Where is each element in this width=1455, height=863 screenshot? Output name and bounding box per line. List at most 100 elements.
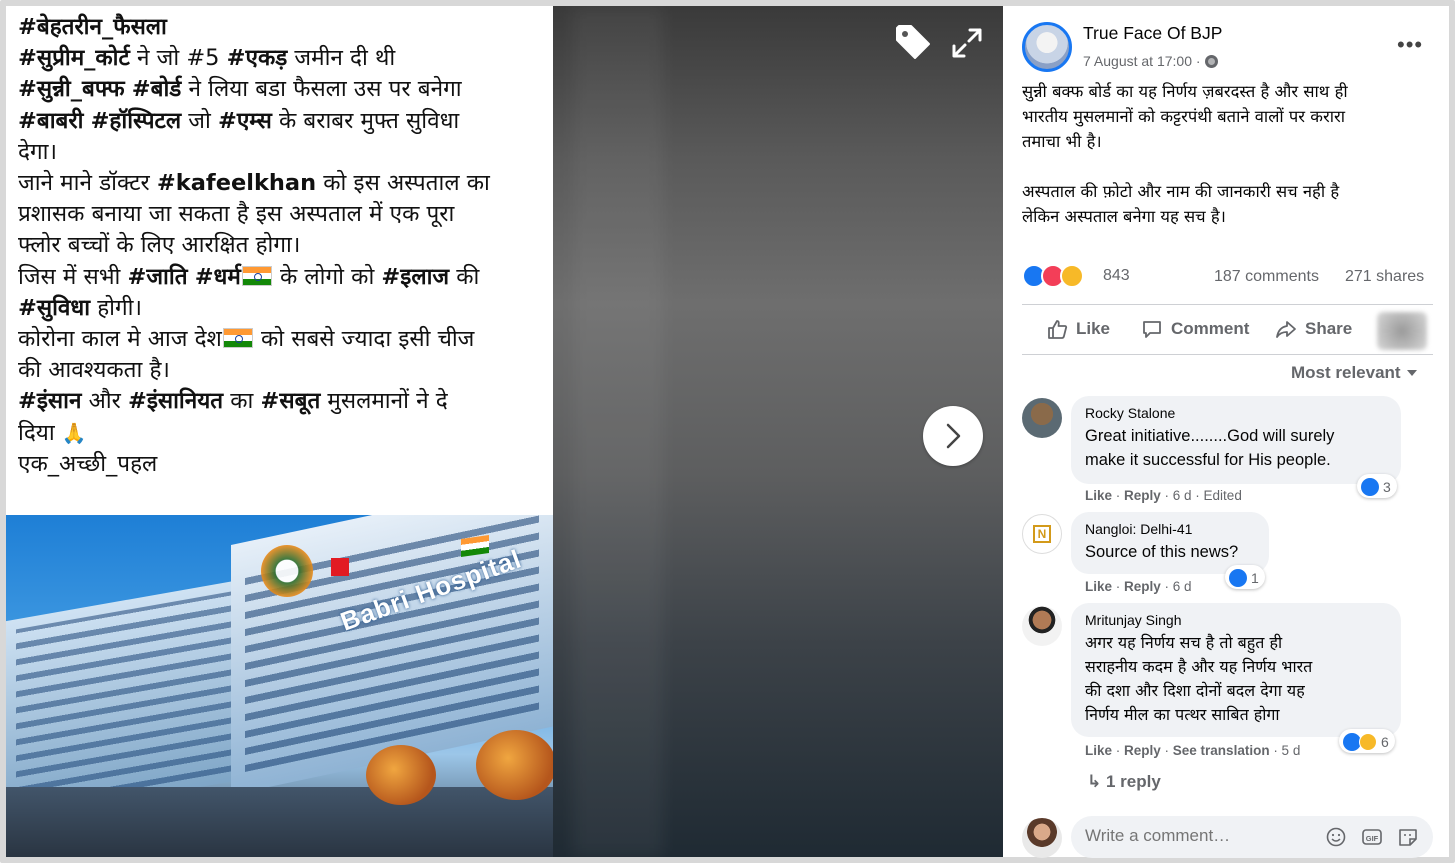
post-text-segment: जिस में सभी bbox=[18, 263, 128, 290]
post-text-segment: को सबसे ज्यादा इसी चीज bbox=[253, 326, 475, 353]
comment-reply-link[interactable]: Reply bbox=[1124, 488, 1161, 503]
comment-reply-link[interactable]: Reply bbox=[1124, 579, 1161, 594]
emoji-icon[interactable] bbox=[1325, 826, 1347, 848]
like-reaction-icon bbox=[1361, 478, 1379, 496]
see-translation-link[interactable]: See translation bbox=[1173, 743, 1270, 758]
commenter-name[interactable]: Mritunjay Singh bbox=[1085, 612, 1387, 628]
hashtag-text: #धर्म bbox=[194, 263, 241, 290]
hashtag-text: #एम्स bbox=[217, 107, 272, 134]
page-avatar[interactable] bbox=[1022, 22, 1072, 72]
post-text-segment: जो bbox=[181, 107, 218, 134]
post-image-text-line: #सुन्नी_बफ्फ #बोर्ड ने लिया बडा फैसला उस… bbox=[18, 74, 543, 105]
comment-like-link[interactable]: Like bbox=[1085, 743, 1112, 758]
post-text-segment: दिया bbox=[18, 419, 62, 446]
post-image[interactable]: #बेहतरीन_फैसला #सुप्रीम_कोर्ट ने जो #5 #ए… bbox=[6, 6, 553, 857]
post-image-text-line: फ्लोर बच्चों के लिए आरक्षित होगा। bbox=[18, 230, 543, 261]
tree bbox=[366, 745, 436, 805]
post-text-segment: जमीन दी थी bbox=[287, 45, 396, 72]
comment-text: अगर यह निर्णय सच है तो बहुत ही सराहनीय क… bbox=[1085, 633, 1313, 724]
post-image-text-line: #बेहतरीन_फैसला bbox=[18, 12, 543, 43]
comment-input[interactable] bbox=[1085, 826, 1315, 846]
comment-reaction-count: 3 bbox=[1383, 479, 1391, 495]
post-image-text-line: की आवश्यकता है। bbox=[18, 355, 543, 386]
gif-icon[interactable]: GIF bbox=[1361, 826, 1383, 848]
sort-label: Most relevant bbox=[1291, 363, 1401, 382]
post-text-segment: की bbox=[449, 263, 480, 290]
sad-reaction-icon bbox=[1359, 733, 1377, 751]
red-cross-icon bbox=[331, 558, 349, 576]
comment-text: Source of this news? bbox=[1085, 543, 1239, 561]
view-replies-link[interactable]: ↳ 1 reply bbox=[1087, 772, 1161, 792]
post-text-segment bbox=[188, 264, 195, 290]
page-name[interactable]: True Face Of BJP bbox=[1083, 23, 1222, 44]
hashtag-text: #सुन्नी_बफ्फ bbox=[18, 76, 125, 103]
current-user-avatar[interactable] bbox=[1022, 818, 1062, 858]
share-button[interactable]: Share bbox=[1275, 318, 1352, 340]
comment-reactions[interactable]: 3 bbox=[1357, 474, 1397, 498]
reply-link-label: 1 reply bbox=[1105, 772, 1161, 791]
ground bbox=[6, 787, 553, 857]
post-text-segment: फ्लोर बच्चों के लिए आरक्षित होगा। bbox=[18, 232, 301, 259]
hashtag-text: #हॉस्पिटल bbox=[90, 107, 182, 134]
post-text-segment: प्रशासक बनाया जा सकता है इस अस्पताल में … bbox=[18, 201, 455, 228]
comments-count[interactable]: 187 comments bbox=[1214, 268, 1319, 286]
comment-composer[interactable]: GIF bbox=[1071, 816, 1433, 858]
caret-down-icon bbox=[1406, 370, 1417, 376]
sticker-icon[interactable] bbox=[1397, 826, 1419, 848]
comment-like-link[interactable]: Like bbox=[1085, 579, 1112, 594]
expand-icon[interactable] bbox=[950, 26, 984, 60]
like-reaction-icon bbox=[1229, 569, 1247, 587]
commenter-avatar[interactable]: N bbox=[1022, 514, 1062, 554]
post-text-segment: मुसलमानों ने दे bbox=[320, 388, 448, 415]
post-image-text-line: जाने माने डॉक्टर #kafeelkhan को इस अस्पत… bbox=[18, 168, 543, 199]
tag-icon[interactable] bbox=[893, 22, 933, 62]
hashtag-text: #इलाज bbox=[381, 263, 450, 290]
globe-icon bbox=[1204, 55, 1218, 68]
commenter-name[interactable]: Rocky Stalone bbox=[1085, 405, 1387, 421]
post-image-text-line: #इंसान और #इंसानियत का #सबूत मुसलमानों न… bbox=[18, 386, 543, 417]
post-text-segment: एक_अच्छी_पहल bbox=[18, 450, 158, 477]
hashtag-text: #बोर्ड bbox=[131, 76, 182, 103]
post-image-text-line: #सुविधा होगी। bbox=[18, 293, 543, 324]
post-image-text-line: #बाबरी #हॉस्पिटल जो #एम्स के बराबर मुफ्त… bbox=[18, 106, 543, 137]
hashtag-text: #जाति bbox=[127, 263, 188, 290]
reaction-count[interactable]: 843 bbox=[1103, 267, 1130, 285]
post-text-segment: जाने माने डॉक्टर bbox=[18, 170, 157, 197]
reply-arrow-icon: ↳ bbox=[1087, 772, 1106, 791]
comment-reactions[interactable]: 1 bbox=[1225, 565, 1265, 589]
post-time-text[interactable]: 7 August at 17:00 · bbox=[1083, 53, 1201, 69]
avatar-logo: N bbox=[1032, 525, 1052, 543]
next-photo-button[interactable] bbox=[923, 406, 983, 466]
india-flag-icon bbox=[222, 328, 253, 349]
hashtag-text: #kafeelkhan bbox=[156, 170, 317, 197]
commenter-avatar[interactable] bbox=[1022, 398, 1062, 438]
comment-sort-dropdown[interactable]: Most relevant bbox=[1291, 363, 1417, 383]
commenter-avatar[interactable] bbox=[1022, 606, 1062, 646]
post-text-segment: और bbox=[81, 388, 128, 415]
tree bbox=[476, 730, 553, 800]
comment-reactions[interactable]: 6 bbox=[1339, 729, 1395, 753]
hashtag-text: #बाबरी bbox=[18, 107, 84, 134]
post-image-text-line: जिस में सभी #जाति #धर्म के लोगो को #इलाज… bbox=[18, 262, 543, 293]
post-image-text: #बेहतरीन_फैसला #सुप्रीम_कोर्ट ने जो #5 #ए… bbox=[18, 12, 543, 480]
divider bbox=[1022, 304, 1433, 305]
hashtag-text: #बेहतरीन_फैसला bbox=[18, 14, 167, 40]
svg-text:GIF: GIF bbox=[1366, 834, 1379, 843]
comment-meta-rest: · 6 d · Edited bbox=[1160, 488, 1242, 503]
comment-reply-link[interactable]: Reply bbox=[1124, 743, 1161, 758]
commenter-name[interactable]: Nangloi: Delhi-41 bbox=[1085, 521, 1255, 537]
india-flag-icon bbox=[241, 265, 272, 286]
like-button[interactable]: Like bbox=[1046, 318, 1110, 340]
hashtag-text: #सबूत bbox=[260, 388, 321, 415]
shares-count[interactable]: 271 shares bbox=[1345, 268, 1424, 286]
comment-reaction-count: 1 bbox=[1251, 570, 1259, 586]
comment-like-link[interactable]: Like bbox=[1085, 488, 1112, 503]
post-text-segment: कोरोना काल मे आज देश bbox=[18, 326, 222, 353]
post-text-segment: के लोगो को bbox=[272, 263, 382, 290]
more-options-icon[interactable]: ••• bbox=[1397, 32, 1423, 58]
post-time[interactable]: 7 August at 17:00 · bbox=[1083, 53, 1218, 69]
comment-button[interactable]: Comment bbox=[1141, 318, 1249, 340]
viewer-avatar[interactable] bbox=[1377, 312, 1427, 350]
share-label: Share bbox=[1305, 319, 1353, 338]
comment-meta: Like · Reply · 6 d · Edited bbox=[1085, 488, 1242, 503]
